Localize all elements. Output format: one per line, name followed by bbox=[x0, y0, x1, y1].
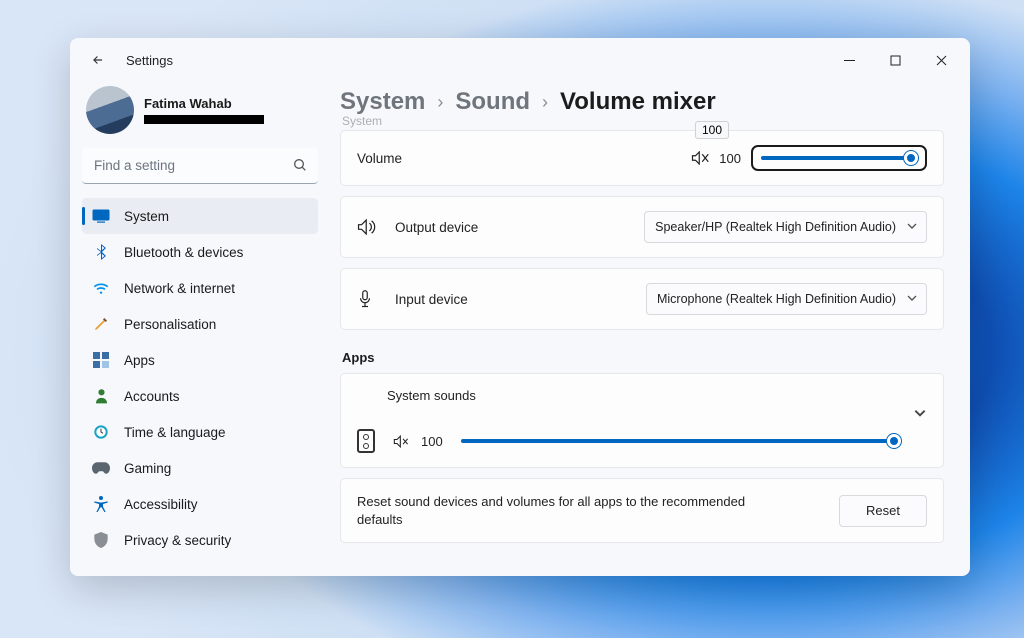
close-button[interactable] bbox=[918, 41, 964, 79]
microphone-icon bbox=[357, 290, 379, 308]
reset-description: Reset sound devices and volumes for all … bbox=[357, 493, 787, 528]
input-device-card: Input device Microphone (Realtek High De… bbox=[340, 268, 944, 330]
personalisation-icon bbox=[92, 315, 110, 333]
privacy-icon bbox=[92, 531, 110, 549]
sidebar-item-personalisation[interactable]: Personalisation bbox=[82, 306, 318, 342]
output-device-label: Output device bbox=[395, 220, 478, 235]
sidebar: Fatima Wahab System bbox=[70, 82, 330, 576]
breadcrumb-current: Volume mixer bbox=[560, 88, 716, 116]
sidebar-item-label: Privacy & security bbox=[124, 533, 231, 548]
desktop-wallpaper: Settings Fatima Wahab bbox=[0, 0, 1024, 638]
volume-slider[interactable] bbox=[751, 145, 927, 171]
sidebar-item-bluetooth[interactable]: Bluetooth & devices bbox=[82, 234, 318, 270]
app-volume-slider[interactable] bbox=[461, 439, 899, 443]
sidebar-item-label: Accessibility bbox=[124, 497, 198, 512]
sidebar-item-label: Gaming bbox=[124, 461, 171, 476]
expand-chevron-icon[interactable] bbox=[913, 406, 927, 420]
section-head-apps: Apps bbox=[342, 350, 944, 365]
minimize-icon bbox=[844, 55, 855, 66]
avatar bbox=[86, 86, 134, 134]
sidebar-item-privacy[interactable]: Privacy & security bbox=[82, 522, 318, 558]
mute-icon[interactable] bbox=[691, 151, 709, 165]
volume-card: Volume 100 100 bbox=[340, 130, 944, 186]
breadcrumb: System › Sound › Volume mixer bbox=[340, 88, 944, 116]
app-title: Settings bbox=[126, 53, 173, 68]
input-device-value: Microphone (Realtek High Definition Audi… bbox=[657, 292, 896, 306]
input-device-select[interactable]: Microphone (Realtek High Definition Audi… bbox=[646, 283, 927, 315]
sidebar-item-label: Bluetooth & devices bbox=[124, 245, 243, 260]
sidebar-nav: System Bluetooth & devices Network & int… bbox=[82, 198, 318, 558]
sidebar-item-apps[interactable]: Apps bbox=[82, 342, 318, 378]
time-icon bbox=[92, 423, 110, 441]
output-device-card: Output device Speaker/HP (Realtek High D… bbox=[340, 196, 944, 258]
sidebar-item-gaming[interactable]: Gaming bbox=[82, 450, 318, 486]
speaker-icon bbox=[357, 219, 379, 235]
profile-block[interactable]: Fatima Wahab bbox=[86, 86, 318, 134]
system-icon bbox=[92, 207, 110, 225]
accounts-icon bbox=[92, 387, 110, 405]
sidebar-item-accounts[interactable]: Accounts bbox=[82, 378, 318, 414]
system-sounds-app-icon bbox=[357, 429, 375, 453]
sidebar-item-system[interactable]: System bbox=[82, 198, 318, 234]
gaming-icon bbox=[92, 459, 110, 477]
system-sounds-label: System sounds bbox=[387, 388, 899, 403]
volume-tooltip: 100 bbox=[695, 121, 729, 139]
breadcrumb-root[interactable]: System bbox=[340, 88, 425, 116]
volume-value: 100 bbox=[719, 151, 741, 166]
accessibility-icon bbox=[92, 495, 110, 513]
chevron-down-icon bbox=[906, 220, 918, 232]
user-email-redacted bbox=[144, 115, 264, 124]
sidebar-item-network[interactable]: Network & internet bbox=[82, 270, 318, 306]
sidebar-item-label: Time & language bbox=[124, 425, 226, 440]
settings-window: Settings Fatima Wahab bbox=[70, 38, 970, 576]
system-sounds-card[interactable]: System sounds 100 bbox=[340, 373, 944, 468]
apps-icon bbox=[92, 351, 110, 369]
close-icon bbox=[936, 55, 947, 66]
sidebar-item-time[interactable]: Time & language bbox=[82, 414, 318, 450]
sidebar-item-accessibility[interactable]: Accessibility bbox=[82, 486, 318, 522]
search-icon bbox=[292, 157, 308, 173]
sidebar-item-label: Accounts bbox=[124, 389, 180, 404]
breadcrumb-mid[interactable]: Sound bbox=[455, 88, 530, 116]
app-volume-value: 100 bbox=[421, 434, 443, 449]
content-pane: System › Sound › Volume mixer System Vol… bbox=[330, 82, 970, 576]
back-button[interactable] bbox=[88, 53, 108, 67]
chevron-right-icon: › bbox=[542, 92, 548, 113]
bluetooth-icon bbox=[92, 243, 110, 261]
reset-card: Reset sound devices and volumes for all … bbox=[340, 478, 944, 543]
maximize-button[interactable] bbox=[872, 41, 918, 79]
volume-label: Volume bbox=[357, 151, 402, 166]
sidebar-item-label: System bbox=[124, 209, 169, 224]
reset-button-label: Reset bbox=[866, 503, 900, 518]
input-device-label: Input device bbox=[395, 292, 468, 307]
reset-button[interactable]: Reset bbox=[839, 495, 927, 527]
app-mute-icon[interactable] bbox=[393, 435, 409, 448]
minimize-button[interactable] bbox=[826, 41, 872, 79]
output-device-select[interactable]: Speaker/HP (Realtek High Definition Audi… bbox=[644, 211, 927, 243]
search-input[interactable] bbox=[82, 148, 318, 184]
titlebar: Settings bbox=[70, 38, 970, 82]
arrow-left-icon bbox=[91, 53, 105, 67]
sidebar-item-label: Apps bbox=[124, 353, 155, 368]
network-icon bbox=[92, 279, 110, 297]
user-name: Fatima Wahab bbox=[144, 96, 264, 111]
chevron-down-icon bbox=[906, 292, 918, 304]
window-controls bbox=[826, 41, 964, 79]
maximize-icon bbox=[890, 55, 901, 66]
section-label-system: System bbox=[342, 114, 944, 128]
chevron-right-icon: › bbox=[437, 92, 443, 113]
output-device-value: Speaker/HP (Realtek High Definition Audi… bbox=[655, 220, 896, 234]
sidebar-item-label: Network & internet bbox=[124, 281, 235, 296]
sidebar-item-label: Personalisation bbox=[124, 317, 216, 332]
